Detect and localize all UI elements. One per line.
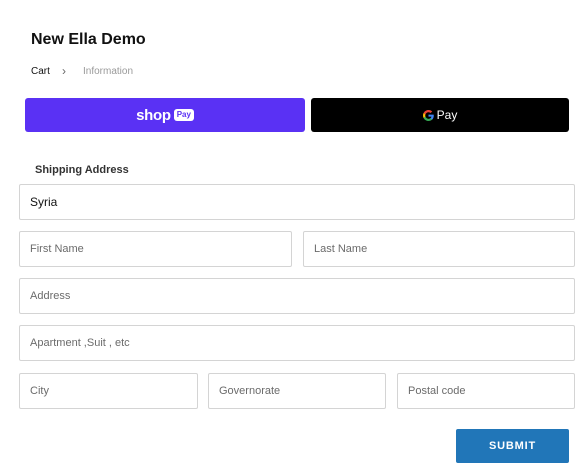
shop-pay-pill: Pay [173, 109, 194, 121]
google-g-icon [422, 109, 435, 121]
shop-pay-button[interactable]: shop Pay [25, 98, 305, 132]
store-title: New Ella Demo [31, 31, 146, 48]
google-pay-button[interactable]: Pay [311, 98, 569, 132]
address-field[interactable] [19, 278, 575, 314]
city-field[interactable] [19, 373, 198, 409]
last-name-field[interactable] [303, 231, 575, 267]
submit-button[interactable]: SUBMIT [456, 429, 569, 463]
breadcrumb-chevron-icon: › [62, 64, 66, 78]
google-pay-text: Pay [436, 108, 458, 122]
shop-pay-logo-text: shop [136, 106, 171, 124]
country-field[interactable] [19, 184, 575, 220]
postal-code-field[interactable] [397, 373, 575, 409]
governorate-field[interactable] [208, 373, 386, 409]
breadcrumb-cart[interactable]: Cart [31, 66, 50, 77]
first-name-field[interactable] [19, 231, 292, 267]
breadcrumb-information: Information [83, 66, 134, 77]
shipping-heading: Shipping Address [35, 164, 129, 176]
apartment-field[interactable] [19, 325, 575, 361]
